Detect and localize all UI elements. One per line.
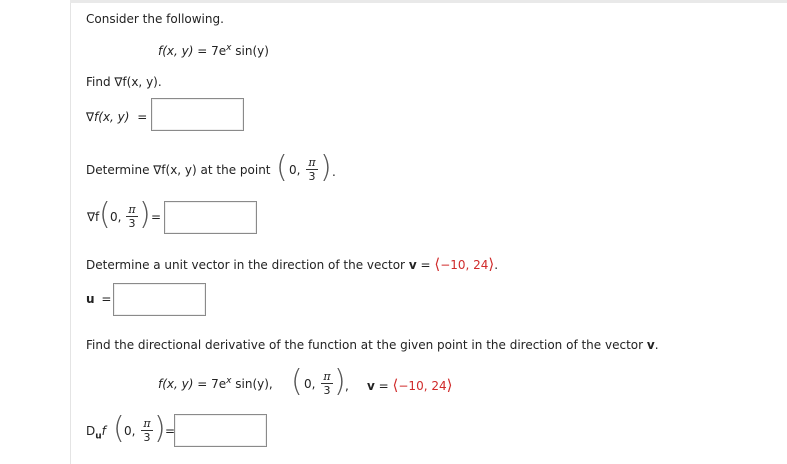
question-dd-period: . xyxy=(654,338,659,352)
directional-derivative-input[interactable] xyxy=(174,414,267,447)
summary-vector: v = ⟨−10, 24⟩ xyxy=(367,376,452,394)
question-gradient-at-point: Determine ∇f(x, y) at the point xyxy=(86,163,271,177)
function-lhs: f(x, y) xyxy=(158,44,194,58)
u-symbol: u xyxy=(86,292,95,306)
summary-open-paren: ( xyxy=(291,364,303,399)
left-border xyxy=(70,3,71,464)
label-point-zero: 0, xyxy=(110,210,122,224)
vector-v-symbol: v xyxy=(367,379,375,393)
unit-vector-label: u = xyxy=(86,292,111,306)
vector-period: . xyxy=(494,258,499,272)
summary-close-paren: ) xyxy=(334,364,346,399)
summary-fn-eq: = 7e xyxy=(193,377,227,391)
label-open-paren: ( xyxy=(99,197,111,232)
equals-sign: = xyxy=(101,292,112,306)
vector-equals: = xyxy=(374,379,393,393)
gradient-at-point-input[interactable] xyxy=(164,201,257,234)
f-symbol: f xyxy=(101,424,106,438)
vector-equals: = xyxy=(416,258,435,272)
fraction-numerator: π xyxy=(143,417,151,430)
vector-values: −10, 24 xyxy=(440,258,489,272)
question-gradient: Find ∇f(x, y). xyxy=(86,75,162,89)
gradient-at-point-label: ∇f xyxy=(87,210,100,224)
gradient-label: ∇f(x, y) = xyxy=(86,110,147,124)
summary-fn-rest: sin(y), xyxy=(231,377,273,391)
summary-point-zero: 0, xyxy=(304,377,316,391)
vector-v-symbol: v xyxy=(646,338,655,352)
fraction-denominator: 3 xyxy=(308,170,316,183)
point-open-paren: ( xyxy=(276,150,288,185)
dd-close-paren: ) xyxy=(154,411,166,446)
point-zero: 0, xyxy=(289,163,301,177)
pi-over-3-fraction: π 3 xyxy=(306,157,318,182)
point-close-paren: ) xyxy=(320,150,332,185)
question-unit-vector: Determine a unit vector in the direction… xyxy=(86,255,498,273)
summary-fn-lhs: f(x, y) xyxy=(158,377,194,391)
question-dd-text: Find the directional derivative of the f… xyxy=(86,338,644,352)
fraction-numerator: π xyxy=(323,370,331,383)
equals-sign: = xyxy=(151,210,162,224)
question-directional-derivative: Find the directional derivative of the f… xyxy=(86,338,659,352)
dd-pi-over-3: π 3 xyxy=(141,418,153,443)
summary-pi-over-3: π 3 xyxy=(321,371,333,396)
gradient-label-fn: f(x, y) xyxy=(94,110,130,124)
summary-comma: , xyxy=(345,379,349,393)
intro-text: Consider the following. xyxy=(86,12,224,26)
summary-function: f(x, y) = 7ex sin(y), xyxy=(158,376,273,391)
function-rhs: sin(y) xyxy=(231,44,269,58)
equals-sign: = xyxy=(137,110,148,124)
unit-vector-input[interactable] xyxy=(113,283,206,316)
fraction-numerator: π xyxy=(128,203,136,216)
gradient-input[interactable] xyxy=(151,98,244,131)
directional-derivative-label: Duf xyxy=(86,424,106,441)
vector-close-bracket: ⟩ xyxy=(446,376,453,394)
dd-point-zero: 0, xyxy=(124,424,136,438)
fraction-denominator: 3 xyxy=(143,431,151,444)
fraction-denominator: 3 xyxy=(323,384,331,397)
label-close-paren: ) xyxy=(139,197,151,232)
d-symbol: D xyxy=(86,424,96,438)
vector-values: −10, 24 xyxy=(398,379,447,393)
function-eq: = 7e xyxy=(193,44,227,58)
fraction-denominator: 3 xyxy=(128,217,136,230)
top-border xyxy=(70,0,787,3)
label-pi-over-3: π 3 xyxy=(126,204,138,229)
vector-v-symbol: v xyxy=(408,258,417,272)
point-period: . xyxy=(332,165,336,179)
nabla-symbol: ∇ xyxy=(86,110,95,124)
dd-open-paren: ( xyxy=(113,411,125,446)
fraction-numerator: π xyxy=(308,156,316,169)
question-unit-vector-text: Determine a unit vector in the direction… xyxy=(86,258,405,272)
function-definition: f(x, y) = 7ex sin(y) xyxy=(158,43,269,58)
